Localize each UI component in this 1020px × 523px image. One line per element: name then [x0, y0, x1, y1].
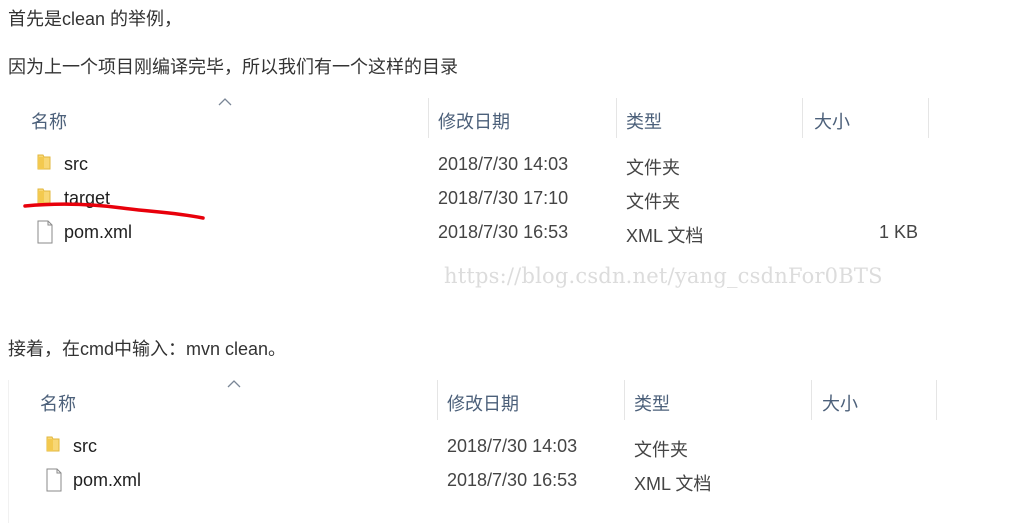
- file-type: XML 文档: [626, 226, 704, 246]
- file-modified: 2018/7/30 14:03: [438, 154, 569, 174]
- folder-icon: [37, 154, 51, 170]
- column-divider[interactable]: [624, 380, 625, 420]
- file-type: XML 文档: [634, 474, 712, 494]
- column-divider[interactable]: [936, 380, 937, 420]
- panel-edge: [8, 380, 9, 523]
- column-header-size[interactable]: 大小: [814, 108, 850, 134]
- column-header-modified[interactable]: 修改日期: [447, 390, 519, 416]
- column-divider[interactable]: [928, 98, 929, 138]
- column-divider[interactable]: [616, 98, 617, 138]
- column-header-size[interactable]: 大小: [822, 390, 858, 416]
- file-type: 文件夹: [626, 192, 680, 212]
- column-divider[interactable]: [802, 98, 803, 138]
- sort-ascending-icon[interactable]: [218, 98, 232, 106]
- column-divider[interactable]: [811, 380, 812, 420]
- column-header-type[interactable]: 类型: [634, 390, 670, 416]
- explorer-before: 名称 修改日期 类型 大小 src 2018/7/30 14:03 文件夹 ta…: [0, 90, 1020, 260]
- column-divider[interactable]: [437, 380, 438, 420]
- column-header-modified[interactable]: 修改日期: [438, 108, 510, 134]
- intro-text: 首先是clean 的举例，: [8, 9, 183, 29]
- file-name: src: [64, 154, 88, 174]
- file-name: pom.xml: [73, 470, 142, 490]
- file-modified: 2018/7/30 16:53: [438, 222, 569, 242]
- before-text: 因为上一个项目刚编译完毕，所以我们有一个这样的目录: [8, 57, 458, 77]
- column-header-name[interactable]: 名称: [40, 390, 76, 416]
- explorer-after: 名称 修改日期 类型 大小 src 2018/7/30 14:03 文件夹 po…: [0, 372, 1020, 523]
- sort-ascending-icon[interactable]: [227, 380, 241, 388]
- after-text: 接着，在cmd中输入：mvn clean。: [8, 339, 287, 359]
- column-divider[interactable]: [428, 98, 429, 138]
- file-modified: 2018/7/30 14:03: [447, 436, 578, 456]
- file-modified: 2018/7/30 17:10: [438, 188, 569, 208]
- file-name: src: [73, 436, 97, 456]
- file-icon: [46, 468, 62, 492]
- file-size: 1 KB: [878, 222, 918, 242]
- red-underline-annotation: [23, 202, 205, 220]
- file-type: 文件夹: [626, 158, 680, 178]
- folder-icon: [46, 436, 60, 452]
- column-header-name[interactable]: 名称: [31, 108, 67, 134]
- file-modified: 2018/7/30 16:53: [447, 470, 578, 490]
- watermark-url: https://blog.csdn.net/yang_csdnFor0BTS: [444, 264, 883, 288]
- file-type: 文件夹: [634, 440, 688, 460]
- column-header-type[interactable]: 类型: [626, 108, 662, 134]
